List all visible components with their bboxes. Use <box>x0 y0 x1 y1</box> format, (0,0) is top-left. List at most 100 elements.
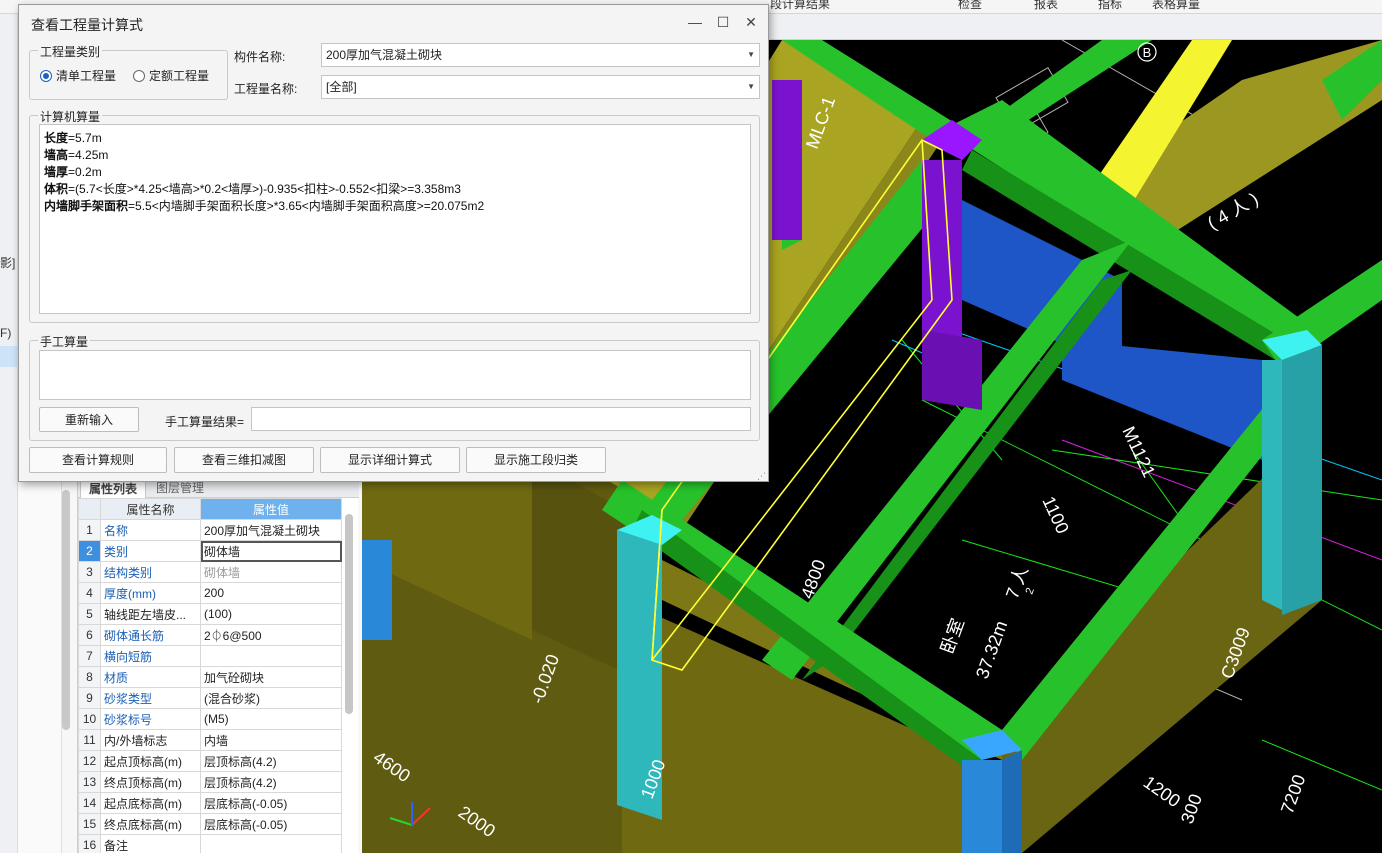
row-index: 14 <box>78 792 101 814</box>
axis-label-b: B <box>1143 45 1152 60</box>
row-index: 8 <box>78 666 101 688</box>
view-calc-rules-button[interactable]: 查看计算规则 <box>29 447 167 473</box>
chevron-down-icon: ▼ <box>747 50 755 59</box>
ribbon-item-segment-result[interactable]: 段计算结果 <box>770 0 830 12</box>
radio-list-label: 清单工程量 <box>56 69 117 83</box>
property-row[interactable]: 11 内/外墙标志 内墙 <box>78 729 342 751</box>
tab-layer-manager[interactable]: 图层管理 <box>148 480 212 498</box>
quantity-name-select[interactable]: [全部] ▼ <box>321 75 760 99</box>
row-index: 3 <box>78 561 101 583</box>
formula-term: 墙厚 <box>44 165 69 179</box>
property-row[interactable]: 12 起点顶标高(m) 层顶标高(4.2) <box>78 750 342 772</box>
computed-formula-text[interactable]: 长度=5.7m 墙高=4.25m 墙厚=0.2m 体积=(5.7<长度>*4.25<墙… <box>39 124 751 314</box>
ribbon-item-report[interactable]: 报表 <box>1034 0 1058 12</box>
radio-checked-icon <box>40 70 52 82</box>
resize-grip-icon[interactable]: ⋰ <box>757 472 766 481</box>
manual-formula-input[interactable] <box>39 350 751 400</box>
formula-expression: =5.7m <box>68 131 102 145</box>
property-row[interactable]: 1 名称 200厚加气混凝土砌块 <box>78 519 342 541</box>
property-row[interactable]: 3 结构类别 砌体墙 <box>78 561 342 583</box>
property-value[interactable]: 层底标高(-0.05) <box>200 792 342 814</box>
property-value[interactable]: (混合砂浆) <box>200 687 342 709</box>
component-tree <box>18 480 62 853</box>
property-row[interactable]: 10 砂浆标号 (M5) <box>78 708 342 730</box>
category-group: 工程量类别 清单工程量 定额工程量 <box>29 43 228 100</box>
nav-selected-item[interactable] <box>0 346 18 367</box>
property-name: 备注 <box>100 834 201 853</box>
label-area: 37.32m <box>972 618 1011 681</box>
component-name-select[interactable]: 200厚加气混凝土砌块 ▼ <box>321 43 760 67</box>
radio-list-quantity[interactable]: 清单工程量 <box>40 67 116 84</box>
property-value[interactable]: 层顶标高(4.2) <box>200 771 342 793</box>
property-row[interactable]: 7 横向短筋 <box>78 645 342 667</box>
property-value[interactable]: 内墙 <box>200 729 342 751</box>
property-value[interactable]: 砌体墙 <box>200 561 342 583</box>
ribbon-item-index[interactable]: 指标 <box>1098 0 1122 12</box>
property-value[interactable] <box>200 834 342 853</box>
show-detail-formula-button[interactable]: 显示详细计算式 <box>320 447 460 473</box>
property-scrollbar[interactable] <box>345 514 353 714</box>
property-value[interactable]: (M5) <box>200 708 342 730</box>
manual-group-label: 手工算量 <box>38 333 91 350</box>
property-value[interactable]: (100) <box>200 603 342 625</box>
tree-scrollbar[interactable] <box>62 490 70 730</box>
header-index <box>78 498 101 520</box>
property-name: 砂浆标号 <box>100 708 201 730</box>
property-row[interactable]: 15 终点底标高(m) 层底标高(-0.05) <box>78 813 342 835</box>
chevron-down-icon: ▼ <box>747 82 755 91</box>
formula-expression: =(5.7<长度>*4.25<墙高>*0.2<墙厚>)-0.935<扣柱>-0.… <box>68 182 461 196</box>
label-7: 7 人 <box>1002 564 1032 602</box>
property-row[interactable]: 6 砌体通长筋 2⏀6@500 <box>78 624 342 646</box>
component-name-value: 200厚加气混凝土砌块 <box>326 48 443 62</box>
radio-quota-label: 定额工程量 <box>149 69 210 83</box>
property-name: 横向短筋 <box>100 645 201 667</box>
property-row[interactable]: 8 材质 加气砼砌块 <box>78 666 342 688</box>
property-header-row: 属性名称 属性值 <box>78 498 342 520</box>
maximize-button[interactable]: ☐ <box>713 13 733 31</box>
property-value[interactable]: 层底标高(-0.05) <box>200 813 342 835</box>
property-row[interactable]: 16 备注 <box>78 834 342 853</box>
row-index: 13 <box>78 771 101 793</box>
property-row[interactable]: 5 轴线距左墙皮... (100) <box>78 603 342 625</box>
property-row[interactable]: 9 砂浆类型 (混合砂浆) <box>78 687 342 709</box>
formula-line: 长度=5.7m <box>44 130 746 147</box>
row-index: 15 <box>78 813 101 835</box>
minimize-button[interactable]: — <box>685 13 705 31</box>
formula-line: 内墙脚手架面积=5.5<内墙脚手架面积长度>*3.65<内墙脚手架面积高度>=2… <box>44 198 746 215</box>
property-value[interactable]: 200厚加气混凝土砌块 <box>200 519 342 541</box>
property-value[interactable]: 层顶标高(4.2) <box>200 750 342 772</box>
nav-fragment[interactable]: F) <box>0 326 11 340</box>
property-value[interactable] <box>200 645 342 667</box>
row-index: 1 <box>78 519 101 541</box>
nav-fragment[interactable]: 影] <box>0 254 15 271</box>
ribbon-item-check[interactable]: 检查 <box>958 0 982 12</box>
property-row[interactable]: 14 起点底标高(m) 层底标高(-0.05) <box>78 792 342 814</box>
property-row[interactable]: 13 终点顶标高(m) 层顶标高(4.2) <box>78 771 342 793</box>
label-m1121: M1121 <box>1118 423 1159 480</box>
property-row[interactable]: 4 厚度(mm) 200 <box>78 582 342 604</box>
label-1100: 1100 <box>1038 493 1072 537</box>
property-row[interactable]: 2 类别 砌体墙 <box>78 540 342 562</box>
tab-property-list[interactable]: 属性列表 <box>80 480 147 498</box>
property-name: 起点底标高(m) <box>100 792 201 814</box>
show-segment-button[interactable]: 显示施工段归类 <box>466 447 606 473</box>
reinput-button[interactable]: 重新输入 <box>39 407 139 432</box>
calc-formula-dialog: 查看工程量计算式 — ☐ ✕ 工程量类别 清单工程量 定额工程量 构件名称: 2… <box>18 4 769 482</box>
formula-term: 内墙脚手架面积 <box>44 199 129 213</box>
computed-group: 计算机算量 长度=5.7m 墙高=4.25m 墙厚=0.2m 体积=(5.7<长度>*… <box>29 108 760 323</box>
property-name: 名称 <box>100 519 201 541</box>
row-index: 7 <box>78 645 101 667</box>
property-value[interactable]: 加气砼砌块 <box>200 666 342 688</box>
ribbon-item-table-quantity[interactable]: 表格算量 <box>1152 0 1200 12</box>
property-name: 厚度(mm) <box>100 582 201 604</box>
property-value[interactable]: 砌体墙 <box>200 540 342 562</box>
property-value[interactable]: 2⏀6@500 <box>200 624 342 646</box>
quantity-name-label: 工程量名称: <box>234 82 298 96</box>
manual-result-field[interactable] <box>251 407 751 431</box>
header-property-value: 属性值 <box>200 498 342 520</box>
category-group-label: 工程量类别 <box>38 43 103 60</box>
property-value[interactable]: 200 <box>200 582 342 604</box>
close-button[interactable]: ✕ <box>741 13 761 31</box>
radio-quota-quantity[interactable]: 定额工程量 <box>133 67 209 84</box>
view-3d-deduction-button[interactable]: 查看三维扣减图 <box>174 447 314 473</box>
